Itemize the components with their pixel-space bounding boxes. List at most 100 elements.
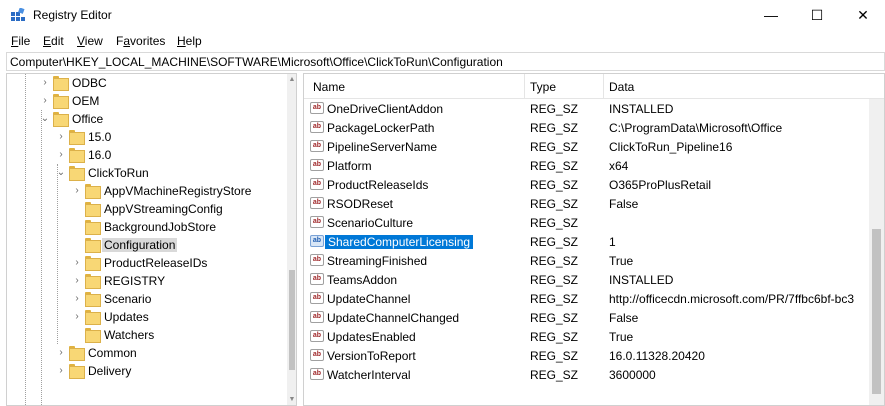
tree-item-odbc[interactable]: › ODBC	[7, 74, 285, 92]
chevron-right-icon[interactable]: ›	[55, 128, 67, 146]
chevron-right-icon[interactable]: ›	[71, 290, 83, 308]
tree-item-oem[interactable]: › OEM	[7, 92, 285, 110]
value-row[interactable]: ab PackageLockerPath REG_SZ C:\ProgramData\…	[304, 118, 879, 137]
minimize-icon: —	[764, 7, 778, 23]
folder-icon	[85, 328, 101, 343]
chevron-right-icon[interactable]: ›	[71, 254, 83, 272]
tree-item-label: REGISTRY	[104, 274, 166, 288]
string-value-icon: ab	[310, 216, 324, 228]
tree-item-label: OEM	[72, 94, 100, 108]
folder-icon	[53, 94, 69, 109]
value-row[interactable]: ab WatcherInterval REG_SZ 3600000	[304, 365, 879, 384]
tree-item-15.0[interactable]: › 15.0	[7, 128, 285, 146]
column-name-header[interactable]: Name	[313, 80, 345, 94]
column-divider[interactable]	[524, 74, 525, 99]
tree-item-label: 15.0	[88, 130, 112, 144]
maximize-icon: ☐	[810, 7, 824, 23]
scroll-down-icon[interactable]: ▼	[287, 394, 296, 405]
value-data: True	[609, 330, 634, 344]
value-name: TeamsAddon	[327, 273, 398, 287]
value-row[interactable]: ab ProductReleaseIds REG_SZ O365ProPlusReta…	[304, 175, 879, 194]
column-divider[interactable]	[603, 74, 604, 99]
folder-icon	[69, 346, 85, 361]
chevron-right-icon[interactable]: ›	[39, 74, 51, 92]
tree-item-backgroundjobstore[interactable]: BackgroundJobStore	[7, 218, 285, 236]
key-tree[interactable]: › Delivery › Common Watchers › Updates › Scenari…	[6, 73, 297, 406]
chevron-right-icon[interactable]: ›	[71, 272, 83, 290]
folder-icon	[85, 310, 101, 325]
value-name: RSODReset	[327, 197, 394, 211]
address-bar[interactable]: Computer\HKEY_LOCAL_MACHINE\SOFTWARE\Mic…	[6, 52, 885, 71]
close-button[interactable]: ✕	[840, 0, 885, 31]
chevron-down-icon[interactable]: ⌄	[55, 164, 67, 182]
menu-file[interactable]: File	[11, 34, 30, 48]
chevron-right-icon[interactable]: ›	[55, 344, 67, 362]
title-bar: Registry Editor — ☐ ✕	[0, 0, 885, 31]
value-name: ScenarioCulture	[327, 216, 414, 230]
tree-item-productreleaseids[interactable]: › ProductReleaseIDs	[7, 254, 285, 272]
string-value-icon: ab	[310, 197, 324, 209]
value-row[interactable]: ab UpdateChannel REG_SZ http://officecdn.mi…	[304, 289, 879, 308]
tree-item-watchers[interactable]: Watchers	[7, 326, 285, 344]
chevron-right-icon[interactable]: ›	[71, 182, 83, 200]
column-data-header[interactable]: Data	[609, 80, 634, 94]
column-type-header[interactable]: Type	[530, 80, 556, 94]
menu-view[interactable]: View	[77, 34, 103, 48]
value-row[interactable]: ab UpdatesEnabled REG_SZ True	[304, 327, 879, 346]
tree-item-appvmachineregistrystore[interactable]: › AppVMachineRegistryStore	[7, 182, 285, 200]
chevron-right-icon[interactable]: ›	[39, 92, 51, 110]
tree-item-common[interactable]: › Common	[7, 344, 285, 362]
string-value-icon: ab	[310, 102, 324, 114]
menu-help[interactable]: Help	[177, 34, 202, 48]
chevron-right-icon[interactable]: ›	[55, 146, 67, 164]
value-row[interactable]: ab Platform REG_SZ x64	[304, 156, 879, 175]
tree-scrollbar[interactable]: ▲ ▼	[287, 74, 296, 405]
tree-item-configuration[interactable]: Configuration	[7, 236, 285, 254]
tree-item-delivery[interactable]: › Delivery	[7, 362, 285, 380]
tree-item-registry[interactable]: › REGISTRY	[7, 272, 285, 290]
chevron-down-icon[interactable]: ⌄	[39, 110, 51, 128]
value-data: False	[609, 311, 639, 325]
chevron-right-icon[interactable]: ›	[71, 308, 83, 326]
menu-favorites[interactable]: Favorites	[116, 34, 165, 48]
value-row[interactable]: ab StreamingFinished REG_SZ True	[304, 251, 879, 270]
value-data: 16.0.11328.20420	[609, 349, 705, 363]
tree-item-label: ClickToRun	[88, 166, 149, 180]
tree-item-appvstreamingconfig[interactable]: AppVStreamingConfig	[7, 200, 285, 218]
value-data: False	[609, 197, 639, 211]
chevron-right-icon	[71, 200, 83, 218]
value-name: SharedComputerLicensing	[323, 234, 475, 250]
values-list[interactable]: Name Type Data ab OneDriveClientAddon REG_…	[303, 73, 885, 406]
folder-icon	[69, 166, 85, 181]
value-row[interactable]: ab OneDriveClientAddon REG_SZ INSTALLED	[304, 99, 879, 118]
close-icon: ✕	[857, 7, 869, 23]
value-row[interactable]: ab ScenarioCulture REG_SZ	[304, 213, 879, 232]
minimize-button[interactable]: —	[748, 0, 794, 31]
tree-item-office[interactable]: ⌄ Office	[7, 110, 285, 128]
value-row[interactable]: ab TeamsAddon REG_SZ INSTALLED	[304, 270, 879, 289]
tree-scroll-thumb[interactable]	[289, 270, 295, 370]
value-type: REG_SZ	[530, 368, 579, 382]
string-value-icon: ab	[310, 254, 324, 266]
maximize-button[interactable]: ☐	[794, 0, 840, 31]
scroll-up-icon[interactable]: ▲	[287, 74, 296, 86]
chevron-right-icon[interactable]: ›	[55, 362, 67, 380]
menu-edit[interactable]: Edit	[43, 34, 64, 48]
folder-icon	[85, 184, 101, 199]
tree-item-scenario[interactable]: › Scenario	[7, 290, 285, 308]
string-value-icon: ab	[310, 330, 324, 342]
registry-editor-icon	[11, 8, 25, 21]
value-name: ProductReleaseIds	[327, 178, 429, 192]
value-row[interactable]: ab VersionToReport REG_SZ 16.0.11328.20420	[304, 346, 879, 365]
tree-item-16.0[interactable]: › 16.0	[7, 146, 285, 164]
tree-item-clicktorun[interactable]: ⌄ ClickToRun	[7, 164, 285, 182]
value-row[interactable]: ab RSODReset REG_SZ False	[304, 194, 879, 213]
value-type: REG_SZ	[530, 178, 579, 192]
tree-item-label: ODBC	[72, 76, 107, 90]
value-row[interactable]: ab UpdateChannelChanged REG_SZ False	[304, 308, 879, 327]
value-row[interactable]: ab SharedComputerLicensing REG_SZ 1	[304, 232, 879, 251]
tree-item-updates[interactable]: › Updates	[7, 308, 285, 326]
value-row[interactable]: ab PipelineServerName REG_SZ ClickToRun_Pip…	[304, 137, 879, 156]
value-type: REG_SZ	[530, 311, 579, 325]
value-data: INSTALLED	[609, 273, 674, 287]
